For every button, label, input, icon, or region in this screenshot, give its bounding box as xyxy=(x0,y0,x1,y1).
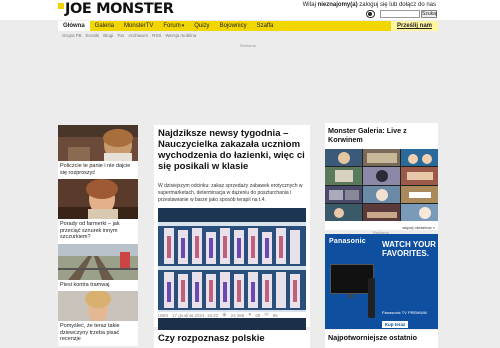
ad-banner[interactable]: Panasonic WATCH YOUR FAVORITES. Panasoni… xyxy=(325,234,438,329)
left-article-title[interactable]: Piesi kontra tramwaj xyxy=(58,279,138,291)
article-author[interactable]: UBM xyxy=(158,313,168,318)
page: JOE MONSTER Witaj nieznajomy(a) zaloguj … xyxy=(0,0,500,348)
subnav-item[interactable]: Archiwum xyxy=(128,33,148,38)
login-suffix-link[interactable]: zaloguj się lub dołącz do nas xyxy=(358,2,436,8)
ad-label: Reklama xyxy=(240,43,256,48)
left-article-card[interactable]: Piesi kontra tramwaj xyxy=(58,243,138,291)
left-article-title[interactable]: Policzcie te panie i nie dajcie się rozp… xyxy=(58,161,138,179)
site-logo[interactable]: JOE MONSTER xyxy=(58,1,174,18)
main-nav: Główna Galeria MonsterTV Forum▾ Quizy Bo… xyxy=(58,21,438,31)
remote-icon xyxy=(368,278,375,318)
nav-item-bojownicy[interactable]: Bojownicy xyxy=(215,21,252,31)
left-article-card[interactable]: Policzcie te panie i nie dajcie się rozp… xyxy=(58,125,138,179)
second-article-title[interactable]: Czy rozpoznasz polskie xyxy=(158,333,308,344)
heart-icon: ♥ xyxy=(248,312,252,318)
article-thumbnail[interactable] xyxy=(58,179,138,219)
article-meta: UBM 17 grudnia 2024, 15:22 ◉ 24 366 ♥ 69… xyxy=(158,312,308,318)
nav-item-galeria[interactable]: Galeria xyxy=(90,21,119,31)
article-date: 17 grudnia 2024, 15:22 xyxy=(172,312,219,318)
gallery-thumb[interactable] xyxy=(401,203,438,221)
login-prefix: Witaj xyxy=(302,2,318,8)
tv-stand-icon xyxy=(349,294,353,298)
subnav-item[interactable]: RSS xyxy=(152,33,161,38)
nav-item-quizy[interactable]: Quizy xyxy=(189,21,214,31)
chevron-down-icon: ▾ xyxy=(181,23,185,29)
gallery-thumb[interactable] xyxy=(363,167,400,185)
popular-panel: Najpotworniejsze ostatnio xyxy=(325,330,438,348)
gallery-thumb[interactable] xyxy=(325,185,362,203)
main-article-card[interactable]: Najdziksze newsy tygodnia – Nauczycielka… xyxy=(154,125,310,334)
thumbnail-image xyxy=(58,291,138,321)
theme-toggle[interactable] xyxy=(366,10,375,18)
article-thumbnail[interactable] xyxy=(58,125,138,161)
second-article-card[interactable]: Czy rozpoznasz polskie xyxy=(154,330,310,348)
gallery-more-link[interactable]: więcej obrazków » xyxy=(402,225,435,230)
gallery-thumb[interactable] xyxy=(401,185,438,203)
ad-small-text: Panasonic TV PREMIUM xyxy=(382,310,427,315)
gallery-title[interactable]: Monster Galeria: Live z Korwinem xyxy=(328,126,436,144)
gallery-thumb[interactable] xyxy=(363,185,400,203)
left-article-card[interactable]: Porady od farmerki – jak przeciąć sznure… xyxy=(58,179,138,244)
left-article-card[interactable]: Pomyśleć, że teraz takie dziewczyny trze… xyxy=(58,291,138,346)
logo-text: JOE MONSTER xyxy=(65,1,174,17)
submit-content-button[interactable]: Prześlij nam xyxy=(390,21,438,31)
nav-forum-label: Forum xyxy=(163,23,181,29)
gallery-panel: Monster Galeria: Live z Korwinem więcej … xyxy=(325,123,438,230)
login-user-link[interactable]: nieznajomy(a) xyxy=(318,2,358,8)
thumbnail-image xyxy=(58,125,138,161)
nav-item-forum[interactable]: Forum▾ xyxy=(158,21,189,31)
logo-mark-icon xyxy=(58,3,64,9)
gallery-thumb[interactable] xyxy=(325,149,362,167)
comment-icon: ✉ xyxy=(264,312,269,318)
thumbnail-image xyxy=(58,179,138,219)
main-article-title[interactable]: Najdziksze newsy tygodnia – Nauczycielka… xyxy=(158,128,308,172)
search-input[interactable] xyxy=(380,10,420,18)
thumbnail-image xyxy=(58,243,138,280)
subnav-item[interactable]: Tos xyxy=(117,33,124,38)
subnav-item[interactable]: Wersja mobilna xyxy=(165,33,196,38)
nav-item-monstertv[interactable]: MonsterTV xyxy=(119,21,158,31)
gallery-thumb[interactable] xyxy=(325,203,362,221)
article-thumbnail[interactable] xyxy=(58,243,138,280)
popular-title: Najpotworniejsze ostatnio xyxy=(328,333,418,342)
gallery-thumb[interactable] xyxy=(325,167,362,185)
left-article-title[interactable]: Pomyśleć, że teraz takie dziewczyny trze… xyxy=(58,321,138,346)
article-comments: 86 xyxy=(272,312,278,318)
gallery-thumb[interactable] xyxy=(363,149,400,167)
article-views: 24 366 xyxy=(230,312,245,318)
login-line: Witaj nieznajomy(a) zaloguj się lub dołą… xyxy=(303,2,436,8)
left-column: Policzcie te panie i nie dajcie się rozp… xyxy=(58,125,138,346)
gallery-thumb[interactable] xyxy=(363,203,400,221)
subnav: Grupa FB Kroniki Blogi Tos Archiwum RSS … xyxy=(62,33,196,38)
ad-headline: WATCH YOUR FAVORITES. xyxy=(382,240,436,258)
subnav-item[interactable]: Blogi xyxy=(103,33,113,38)
gallery-grid xyxy=(325,149,438,221)
gallery-thumb[interactable] xyxy=(401,149,438,167)
article-thumbnail[interactable] xyxy=(58,291,138,321)
ad-brand: Panasonic xyxy=(329,238,366,245)
article-likes: 69 xyxy=(255,312,261,318)
subnav-item[interactable]: Grupa FB xyxy=(62,33,82,38)
header: JOE MONSTER Witaj nieznajomy(a) zaloguj … xyxy=(0,0,500,20)
gallery-thumb[interactable] xyxy=(401,167,438,185)
nav-item-glowna[interactable]: Główna xyxy=(58,21,90,31)
ad-cta-button[interactable]: Kup teraz xyxy=(382,321,408,328)
main-article-lead: W dzisiejszym odcinku: zakaz sprzedaży z… xyxy=(158,183,303,203)
search-button[interactable]: Szukaj xyxy=(421,10,437,18)
nav-item-szaffa[interactable]: Szaffa xyxy=(252,21,279,31)
subnav-item[interactable]: Kroniki xyxy=(86,33,100,38)
left-article-title[interactable]: Porady od farmerki – jak przeciąć sznure… xyxy=(58,219,138,244)
eye-icon: ◉ xyxy=(222,312,227,318)
